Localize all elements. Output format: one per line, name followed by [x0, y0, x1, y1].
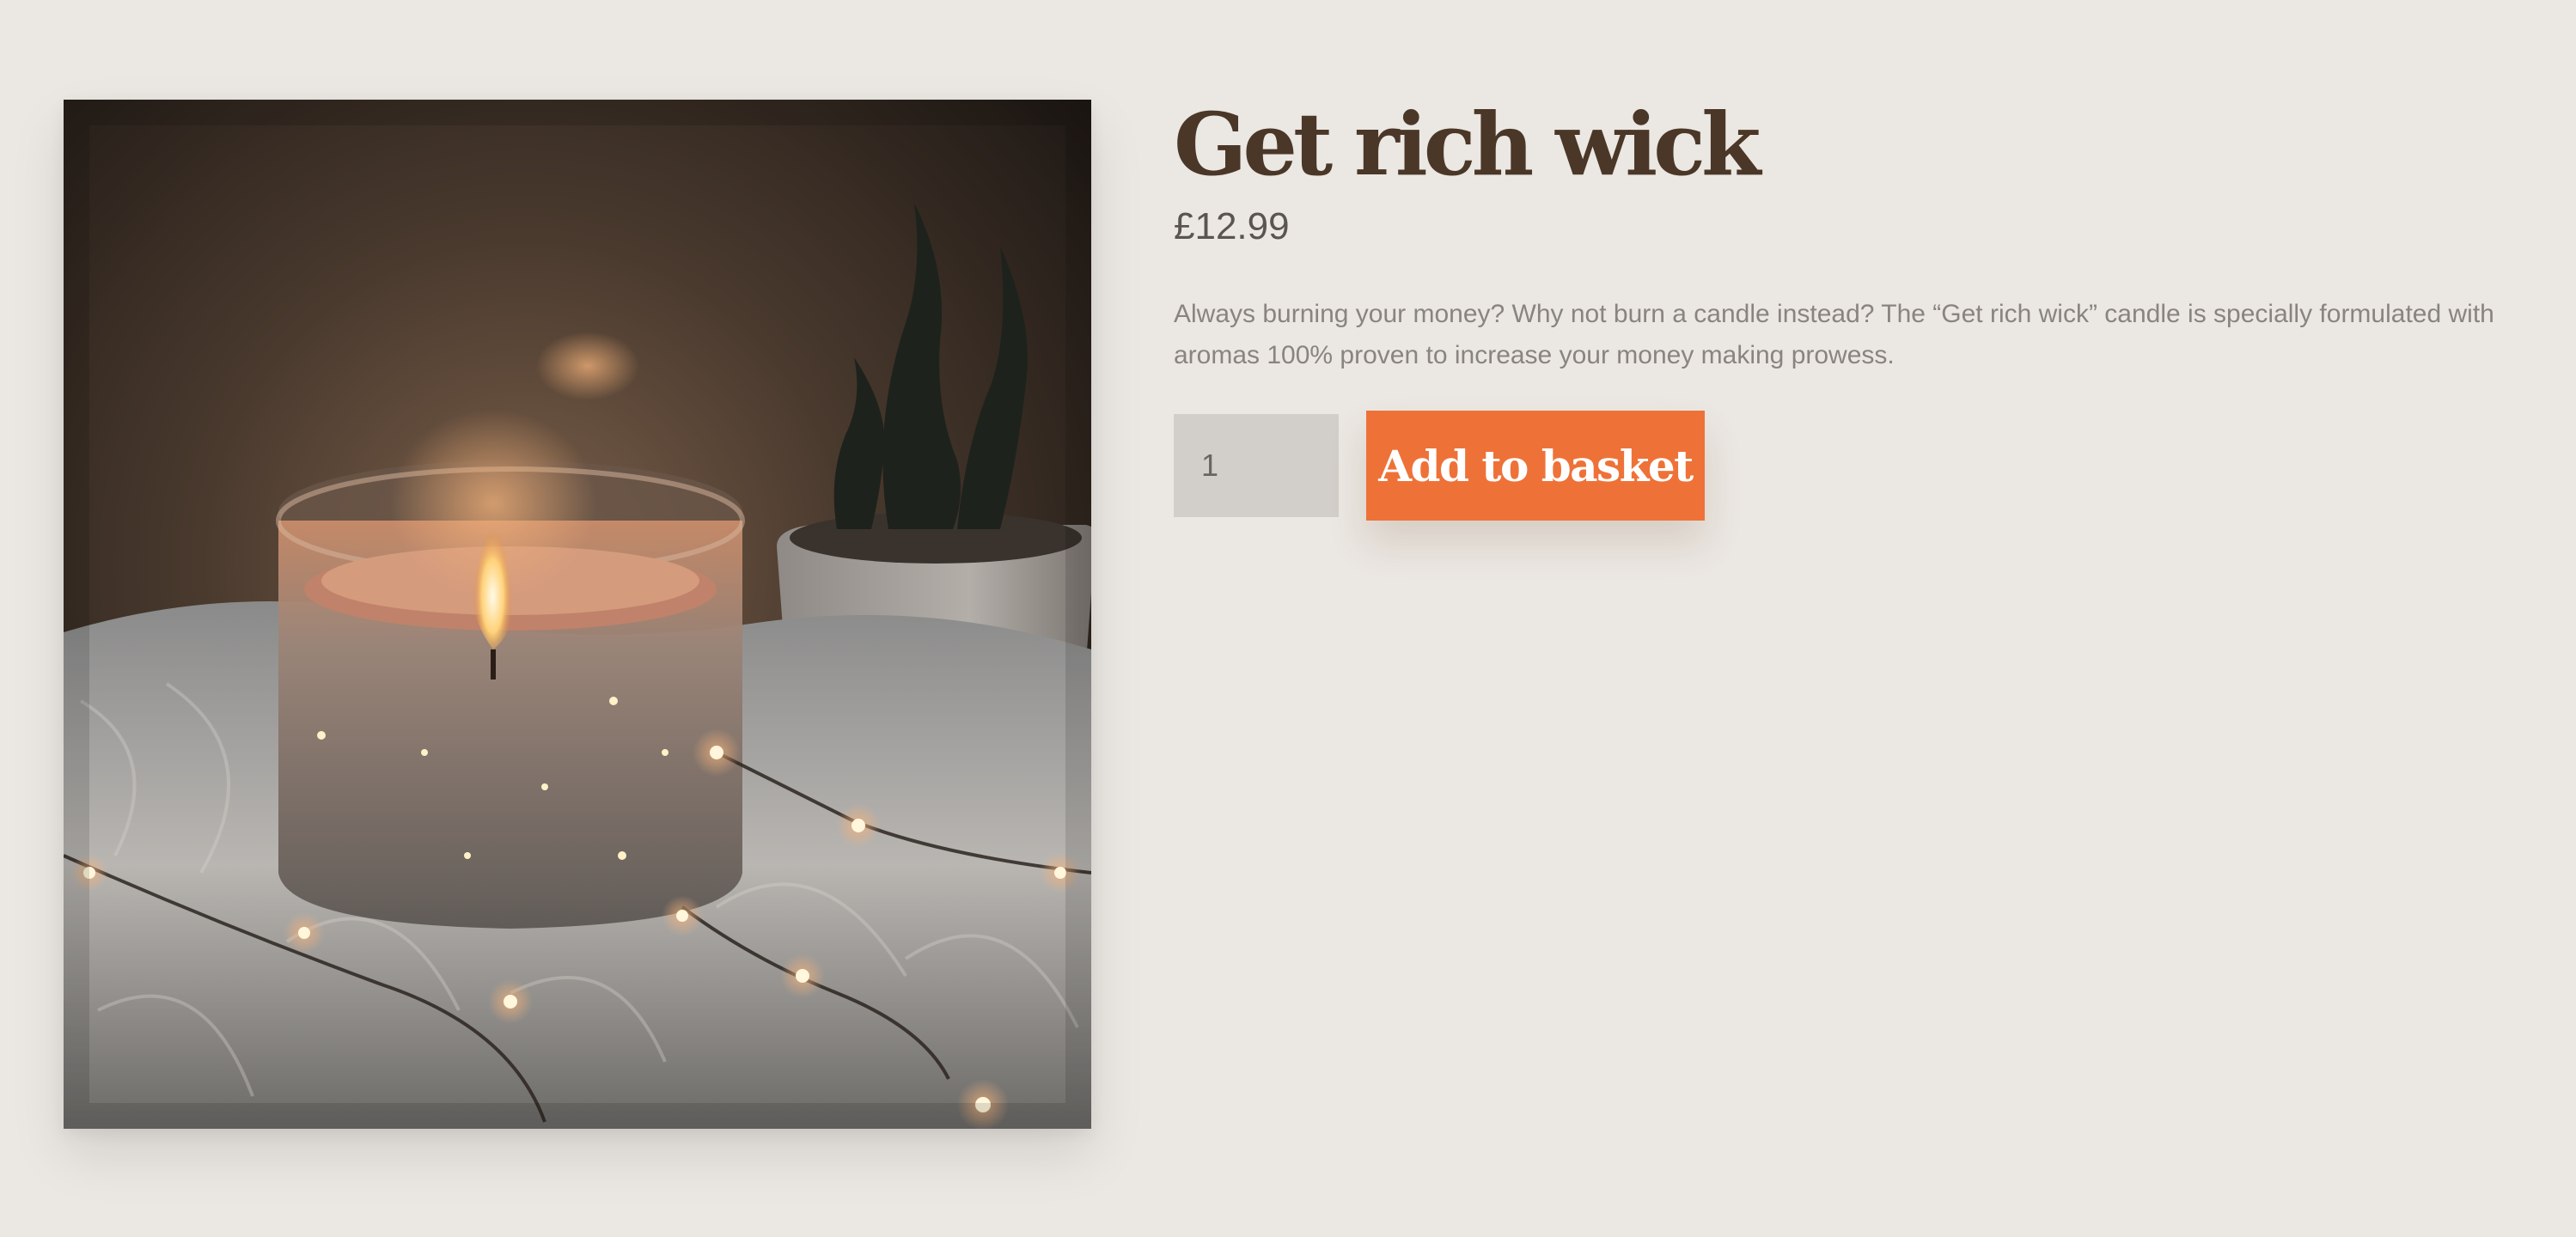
product-description: Always burning your money? Why not burn …: [1174, 300, 2494, 369]
purchase-row: Add to basket: [1174, 411, 2514, 521]
product-title: Get rich wick: [1174, 94, 1761, 195]
product-details: Get rich wick £12.99 Always burning your…: [1174, 89, 2514, 521]
product-image: [64, 100, 1091, 1129]
product-price: £12.99: [1174, 205, 1290, 247]
add-to-basket-button[interactable]: Add to basket: [1366, 411, 1705, 521]
quantity-input[interactable]: [1174, 414, 1339, 517]
